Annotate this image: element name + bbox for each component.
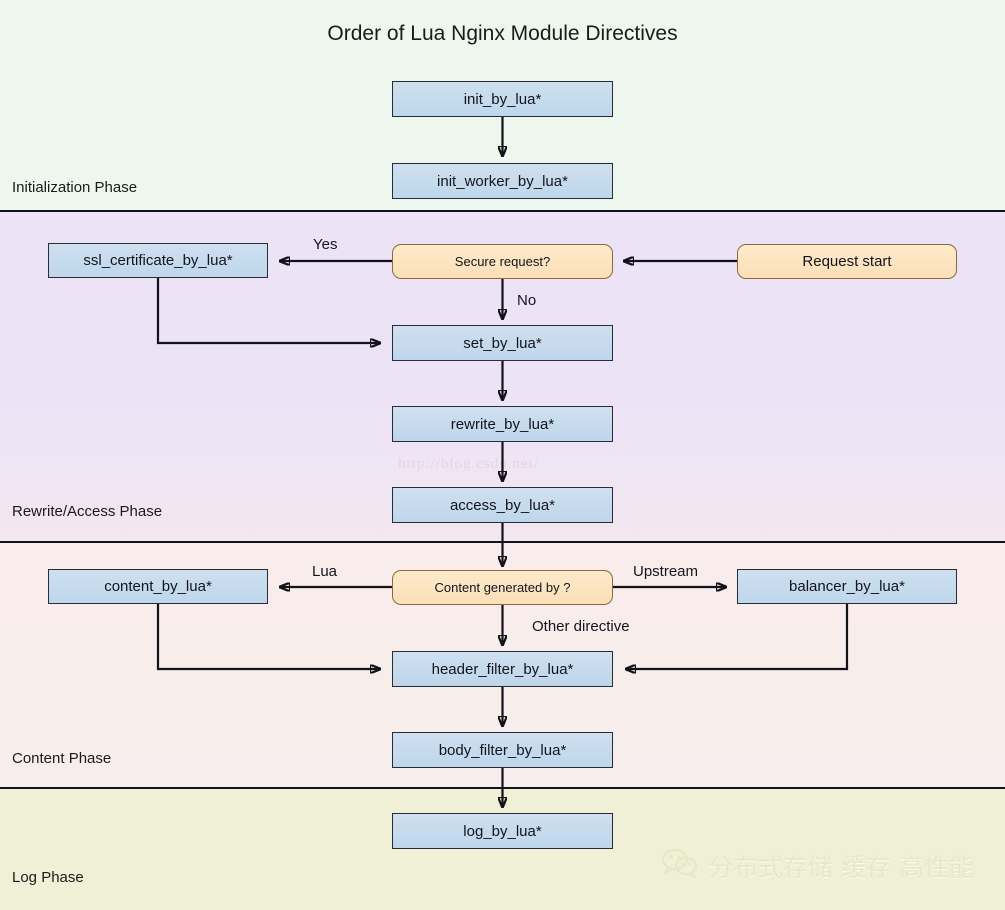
edge-label-no: No — [517, 292, 537, 309]
node-label: balancer_by_lua* — [789, 578, 905, 595]
node-balancer-by-lua[interactable]: balancer_by_lua* — [737, 569, 957, 604]
edge-label-yes: Yes — [313, 236, 338, 253]
node-label: Secure request? — [454, 254, 551, 269]
node-init-worker-by-lua[interactable]: init_worker_by_lua* — [392, 163, 613, 199]
node-label: log_by_lua* — [463, 822, 542, 840]
phase-label-rewrite-access: Rewrite/Access Phase — [12, 503, 163, 520]
page-title: Order of Lua Nginx Module Directives — [327, 22, 678, 45]
node-set-by-lua[interactable]: set_by_lua* — [392, 325, 613, 361]
node-body-filter-by-lua[interactable]: body_filter_by_lua* — [392, 732, 613, 768]
node-label: set_by_lua* — [463, 334, 542, 352]
node-rewrite-by-lua[interactable]: rewrite_by_lua* — [392, 406, 613, 442]
phase-label-initialization: Initialization Phase — [12, 179, 138, 196]
node-access-by-lua[interactable]: access_by_lua* — [392, 487, 613, 523]
url-watermark: http://blog.csdn.net/ — [398, 456, 539, 472]
node-label: Content generated by ? — [434, 580, 571, 595]
wechat-watermark-text: 分布式存储 缓存 高性能 — [708, 853, 974, 882]
node-label: access_by_lua* — [449, 496, 556, 514]
edge-label-upstream: Upstream — [633, 563, 699, 580]
node-log-by-lua[interactable]: log_by_lua* — [392, 813, 613, 849]
phase-label-log: Log Phase — [12, 869, 84, 886]
node-init-by-lua[interactable]: init_by_lua* — [392, 81, 613, 117]
node-label: init_worker_by_lua* — [437, 172, 568, 190]
node-request-start[interactable]: Request start — [737, 244, 957, 279]
node-content-by-lua[interactable]: content_by_lua* — [48, 569, 268, 604]
node-label: rewrite_by_lua* — [450, 415, 555, 433]
node-label: ssl_certificate_by_lua* — [83, 252, 233, 269]
node-label: header_filter_by_lua* — [431, 660, 574, 678]
flowchart-canvas: Order of Lua Nginx Module Directives htt… — [0, 0, 1005, 910]
phase-label-content: Content Phase — [12, 750, 112, 767]
node-label: content_by_lua* — [104, 578, 212, 595]
edge-label-other-directive: Other directive — [532, 618, 630, 635]
wechat-watermark: 分布式存储 缓存 高性能 — [662, 848, 974, 884]
node-label: body_filter_by_lua* — [438, 741, 567, 759]
node-label: init_by_lua* — [463, 90, 542, 108]
wechat-icon — [662, 848, 698, 884]
node-ssl-certificate-by-lua[interactable]: ssl_certificate_by_lua* — [48, 243, 268, 278]
node-label: Request start — [802, 253, 892, 270]
node-secure-request[interactable]: Secure request? — [392, 244, 613, 279]
node-content-generated-by[interactable]: Content generated by ? — [392, 570, 613, 605]
edge-label-lua: Lua — [312, 563, 338, 580]
node-header-filter-by-lua[interactable]: header_filter_by_lua* — [392, 651, 613, 687]
